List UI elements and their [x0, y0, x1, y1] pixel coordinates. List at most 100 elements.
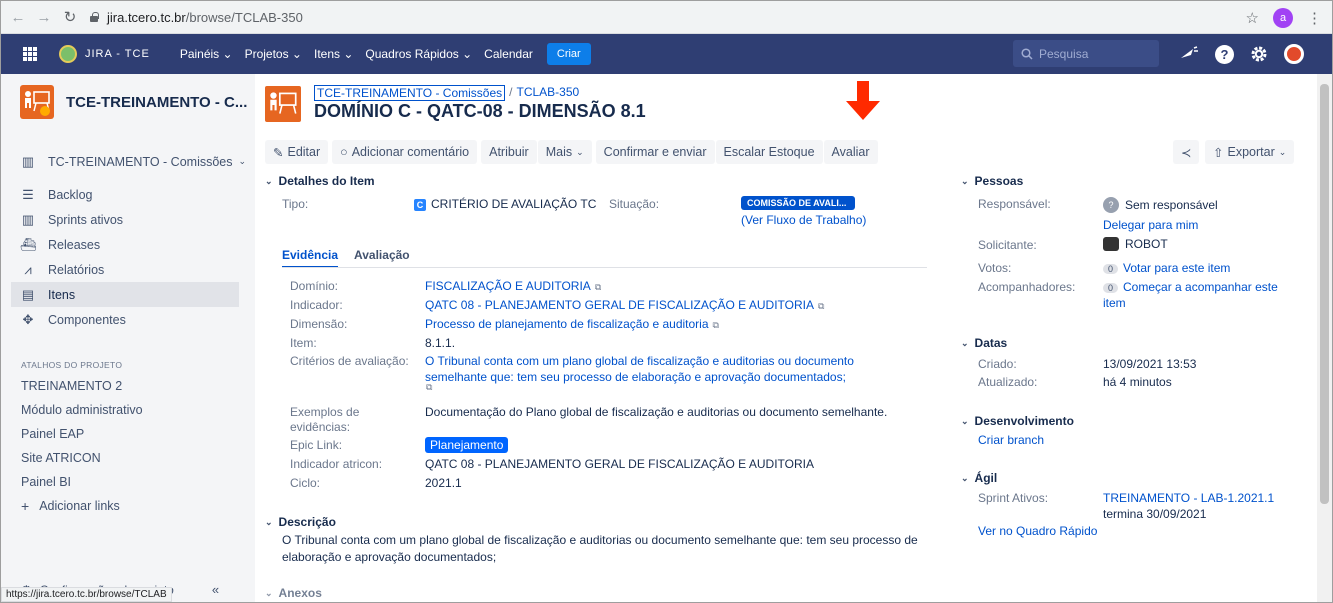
tab-avaliacao[interactable]: Avaliação — [354, 248, 410, 268]
external-link-icon[interactable]: ⧉ — [426, 382, 432, 393]
browser-menu-icon[interactable]: ⋮ — [1307, 9, 1322, 27]
chevron-down-icon: ⌄ — [961, 337, 969, 348]
shortcut-link[interactable]: Site ATRICON — [21, 446, 255, 470]
more-button[interactable]: Mais ⌄ — [537, 140, 592, 164]
menu-itens[interactable]: Itens ⌄ — [314, 47, 353, 61]
sidebar-item-label: Releases — [48, 237, 101, 252]
project-sidebar: TCE-TREINAMENTO - C... ▥ TC-TREINAMENTO … — [1, 74, 255, 602]
menu-projetos[interactable]: Projetos ⌄ — [245, 47, 302, 61]
edit-button[interactable]: ✎ Editar — [265, 140, 329, 164]
assign-button[interactable]: Atribuir — [481, 140, 537, 164]
menu-quadros[interactable]: Quadros Rápidos ⌄ — [365, 47, 472, 61]
scrollbar-thumb[interactable] — [1320, 84, 1329, 504]
agile-heading: Ágil — [974, 471, 998, 485]
back-icon[interactable]: ← — [9, 9, 27, 26]
more-label: Mais — [545, 145, 573, 159]
agile-section-toggle[interactable]: ⌄ Ágil — [961, 471, 997, 485]
tab-divider — [282, 267, 927, 268]
add-comment-button[interactable]: ○ Adicionar comentário — [332, 140, 478, 164]
app-switcher-icon[interactable] — [23, 47, 37, 61]
updated-label: Atualizado: — [978, 375, 1038, 389]
view-on-board-link[interactable]: Ver no Quadro Rápido — [978, 524, 1097, 538]
sidebar-item-label: Componentes — [48, 312, 126, 327]
people-section-toggle[interactable]: ⌄ Pessoas — [961, 174, 1023, 188]
search-input[interactable]: Pesquisa — [1013, 40, 1159, 67]
dimensao-link[interactable]: Processo de planejamento de fiscalização… — [425, 317, 719, 331]
assign-to-me-link[interactable]: Delegar para mim — [1103, 218, 1198, 232]
dominio-label: Domínio: — [290, 279, 339, 293]
add-links-label: Adicionar links — [39, 499, 120, 513]
epic-link[interactable]: Planejamento — [425, 437, 509, 453]
notifications-megaphone-icon[interactable] — [1179, 46, 1199, 62]
export-icon: ⇧ — [1213, 145, 1224, 160]
created-label: Criado: — [978, 357, 1017, 371]
jira-logo[interactable] — [59, 45, 77, 63]
sidebar-item-releases[interactable]: ⛴ Releases — [20, 232, 255, 257]
development-section-toggle[interactable]: ⌄ Desenvolvimento — [961, 414, 1074, 428]
indicador-label: Indicador: — [290, 298, 343, 312]
export-button[interactable]: ⇧ Exportar ⌄ — [1205, 140, 1295, 164]
menu-paineis[interactable]: Painéis ⌄ — [180, 47, 233, 61]
address-bar[interactable]: jira.tcero.tc.br/browse/TCLAB-350 — [89, 10, 303, 25]
dominio-value: FISCALIZAÇÃO E AUDITORIA — [425, 279, 591, 293]
profile-avatar[interactable]: a — [1273, 8, 1293, 28]
watch-link[interactable]: 0 Começar a acompanhar este — [1103, 280, 1278, 294]
shortcut-link[interactable]: Painel BI — [21, 470, 255, 494]
tab-evidencia[interactable]: Evidência — [282, 248, 339, 268]
description-line2[interactable]: elaboração e aprovação documentados; — [282, 550, 496, 564]
escalate-stock-button[interactable]: Escalar Estoque — [715, 140, 823, 164]
view-workflow-link[interactable]: (Ver Fluxo de Trabalho) — [741, 213, 866, 227]
sprint-link[interactable]: TREINAMENTO - LAB-1.2021.1 — [1103, 491, 1274, 505]
description-line1[interactable]: O Tribunal conta com um plano global de … — [282, 533, 918, 547]
dates-section-toggle[interactable]: ⌄ Datas — [961, 336, 1007, 350]
sidebar-item-reports[interactable]: ⩘ Relatórios — [20, 257, 255, 282]
description-section-toggle[interactable]: ⌄ Descrição — [265, 515, 336, 529]
updated-value: há 4 minutos — [1103, 375, 1172, 389]
project-name[interactable]: TCE-TREINAMENTO - C... — [66, 94, 247, 111]
jira-brand[interactable]: JIRA - TCE — [85, 48, 150, 60]
collapse-sidebar-icon[interactable]: « — [212, 582, 219, 597]
create-branch-link[interactable]: Criar branch — [978, 433, 1044, 447]
sidebar-item-backlog[interactable]: ☰ Backlog — [20, 182, 255, 207]
attachments-section-toggle[interactable]: ⌄ Anexos — [265, 586, 322, 600]
shortcut-link[interactable]: Painel EAP — [21, 422, 255, 446]
help-icon[interactable]: ? — [1215, 44, 1234, 64]
evaluate-button[interactable]: Avaliar — [823, 140, 878, 164]
watchers-label: Acompanhadores: — [978, 280, 1076, 294]
bookmark-star-icon[interactable]: ☆ — [1246, 9, 1259, 27]
sidebar-item-issues[interactable]: ▤ Itens — [11, 282, 239, 307]
external-link-icon: ⧉ — [594, 282, 602, 292]
lock-icon — [89, 12, 99, 22]
confirm-send-button[interactable]: Confirmar e enviar — [595, 140, 715, 164]
dominio-link[interactable]: FISCALIZAÇÃO E AUDITORIA ⧉ — [425, 279, 601, 293]
watch-link-line2[interactable]: item — [1103, 296, 1126, 310]
details-section-toggle[interactable]: ⌄ Detalhes do Item — [265, 174, 375, 188]
user-avatar[interactable] — [1284, 44, 1304, 64]
people-heading: Pessoas — [974, 174, 1024, 188]
board-selector[interactable]: ▥ TC-TREINAMENTO - Comissões ⌄ — [20, 149, 255, 174]
add-links-button[interactable]: + Adicionar links — [21, 494, 255, 518]
project-avatar[interactable] — [20, 85, 54, 119]
indicador-link[interactable]: QATC 08 - PLANEJAMENTO GERAL DE FISCALIZ… — [425, 298, 824, 312]
shortcut-link[interactable]: Módulo administrativo — [21, 398, 255, 422]
breadcrumb-key[interactable]: TCLAB-350 — [516, 85, 579, 101]
status-badge[interactable]: COMISSÃO DE AVALI... — [741, 196, 855, 210]
issue-title[interactable]: DOMÍNIO C - QATC-08 - DIMENSÃO 8.1 — [314, 101, 646, 122]
shortcut-link[interactable]: TREINAMENTO 2 — [21, 374, 255, 398]
vote-link[interactable]: 0 Votar para este item — [1103, 261, 1230, 275]
sidebar-item-components[interactable]: ✥ Componentes — [20, 307, 255, 332]
chevron-down-icon: ⌄ — [265, 175, 273, 186]
sidebar-item-sprints[interactable]: ▥ Sprints ativos — [20, 207, 255, 232]
puzzle-icon: ✥ — [22, 311, 34, 327]
forward-icon[interactable]: → — [35, 9, 53, 26]
breadcrumb-project[interactable]: TCE-TREINAMENTO - Comissões — [314, 85, 506, 101]
gear-icon[interactable] — [1250, 45, 1268, 63]
breadcrumb: TCE-TREINAMENTO - Comissões / TCLAB-350 — [314, 85, 579, 101]
criterios-line2[interactable]: semelhante que: tem seu processo de elab… — [425, 370, 846, 384]
share-button[interactable]: ≺ — [1173, 140, 1200, 164]
create-button[interactable]: Criar — [546, 43, 591, 65]
reload-icon[interactable]: ↻ — [61, 8, 79, 26]
page-scrollbar[interactable] — [1317, 74, 1332, 602]
menu-calendar[interactable]: Calendar — [484, 47, 533, 61]
criterios-line1[interactable]: O Tribunal conta com um plano global de … — [425, 354, 854, 368]
